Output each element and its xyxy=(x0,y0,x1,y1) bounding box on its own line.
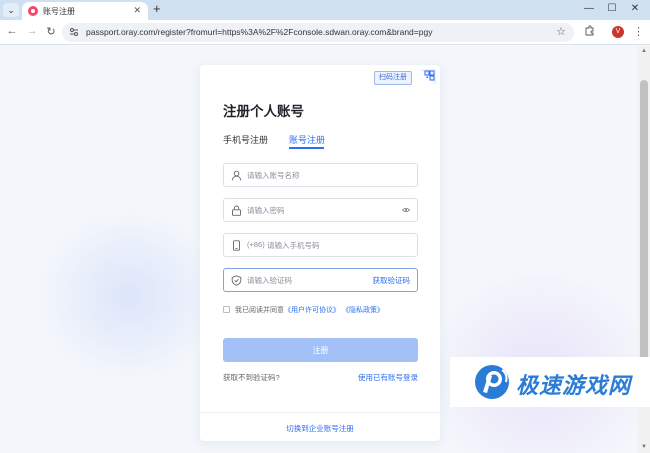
card-divider xyxy=(200,412,440,413)
mobile-phone-icon xyxy=(233,240,240,251)
browser-menu-icon[interactable]: ⋮ xyxy=(633,25,644,38)
qr-code-icon[interactable] xyxy=(420,69,436,85)
tab-phone-register[interactable]: 手机号注册 xyxy=(223,133,268,146)
user-icon xyxy=(231,170,242,181)
watermark: 极速游戏网 xyxy=(450,357,650,407)
scrollbar-thumb[interactable] xyxy=(640,80,648,380)
page-title: 注册个人账号 xyxy=(223,104,304,119)
site-favicon-icon xyxy=(28,6,38,16)
extensions-icon[interactable] xyxy=(584,25,595,36)
browser-titlebar: ⌄ 账号注册 ✕ + — ☐ ✕ xyxy=(0,0,650,20)
phone-field[interactable]: (+86) xyxy=(223,233,418,257)
account-name-field[interactable] xyxy=(223,163,418,187)
lock-icon xyxy=(232,205,241,216)
agreement-checkbox[interactable] xyxy=(223,306,230,313)
agreement-text: 我已阅读并同意《用户许可协议》 《隐私政策》 xyxy=(235,305,384,315)
password-input[interactable] xyxy=(247,204,397,217)
shield-icon xyxy=(231,275,242,286)
address-bar[interactable]: passport.oray.com/register?fromurl=https… xyxy=(62,23,574,42)
scroll-up-icon[interactable]: ▲ xyxy=(640,48,648,54)
phone-country-code[interactable]: (+86) xyxy=(247,240,265,249)
terms-link[interactable]: 《用户许可协议》 xyxy=(284,307,340,314)
profile-avatar[interactable]: V xyxy=(612,26,624,38)
site-info-icon[interactable] xyxy=(69,27,79,37)
phone-input[interactable] xyxy=(267,239,397,252)
no-code-link[interactable]: 获取不到验证码? xyxy=(223,372,280,383)
register-card: 扫码注册 注册个人账号 手机号注册 账号注册 请输入账号名称 (+86) 请输入… xyxy=(200,65,440,441)
verification-code-field[interactable]: 获取验证码 xyxy=(223,268,418,292)
tab-close-icon[interactable]: ✕ xyxy=(133,5,141,16)
privacy-link[interactable]: 《隐私政策》 xyxy=(342,307,384,314)
get-code-button[interactable]: 获取验证码 xyxy=(373,275,411,286)
watermark-logo-icon xyxy=(475,365,509,399)
watermark-text: 极速游戏网 xyxy=(516,373,632,398)
window-close-icon[interactable]: ✕ xyxy=(628,3,642,14)
use-existing-account-link[interactable]: 使用已有账号登录 xyxy=(358,372,418,383)
url-text[interactable]: passport.oray.com/register?fromurl=https… xyxy=(86,27,432,37)
forward-icon[interactable]: → xyxy=(26,25,38,37)
back-icon[interactable]: ← xyxy=(6,25,18,37)
password-field[interactable] xyxy=(223,198,418,222)
switch-enterprise-link[interactable]: 切换到企业账号注册 xyxy=(200,423,440,434)
register-button[interactable]: 注册 xyxy=(223,338,418,362)
tab-title: 账号注册 xyxy=(43,7,75,16)
browser-toolbar: ← → ↻ passport.oray.com/register?fromurl… xyxy=(0,20,650,45)
new-tab-icon[interactable]: + xyxy=(153,2,161,16)
reload-icon[interactable]: ↻ xyxy=(45,25,57,38)
minimize-icon[interactable]: — xyxy=(582,3,596,14)
active-tab-indicator xyxy=(289,147,324,149)
maximize-icon[interactable]: ☐ xyxy=(605,3,619,14)
tab-search-button[interactable]: ⌄ xyxy=(3,3,19,17)
agreement-label: 我已阅读并同意 xyxy=(235,307,284,314)
verification-code-input[interactable] xyxy=(247,274,367,287)
scroll-down-icon[interactable]: ▼ xyxy=(640,444,648,450)
bookmark-star-icon[interactable]: ☆ xyxy=(556,25,566,38)
eye-icon[interactable] xyxy=(402,207,410,213)
qr-register-tip[interactable]: 扫码注册 xyxy=(374,71,412,85)
tab-account-register[interactable]: 账号注册 xyxy=(289,133,325,146)
account-name-input[interactable] xyxy=(247,169,397,182)
browser-tab[interactable]: 账号注册 ✕ xyxy=(22,2,148,20)
